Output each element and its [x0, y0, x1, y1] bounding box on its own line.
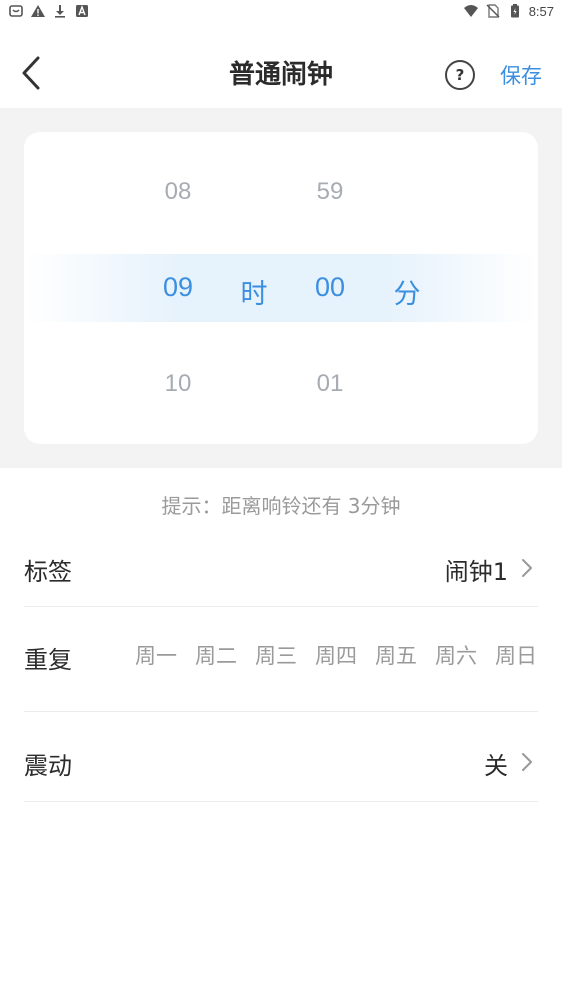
- repeat-title: 重复: [24, 646, 72, 674]
- hour-prev[interactable]: 08: [148, 178, 208, 206]
- time-picker-card: 08 09 10 时 59 00 01 分: [24, 132, 538, 444]
- download-icon: [55, 5, 65, 18]
- page-title: 普通闹钟: [228, 60, 333, 90]
- day-sat[interactable]: 周六: [426, 640, 486, 670]
- minute-unit-label: 分: [393, 279, 421, 310]
- wifi-icon: [463, 5, 478, 17]
- font-app-icon: [76, 5, 88, 17]
- chevron-right-icon: [522, 559, 532, 577]
- divider: [24, 711, 538, 712]
- day-thu[interactable]: 周四: [306, 640, 366, 670]
- status-time: 8:57: [528, 3, 554, 19]
- repeat-row: 重复 周一 周二 周三 周四 周五 周六 周日: [24, 636, 538, 680]
- vibrate-title: 震动: [24, 752, 72, 780]
- time-picker-section: 08 09 10 时 59 00 01 分: [0, 108, 562, 468]
- repeat-days: 周一 周二 周三 周四 周五 周六 周日: [126, 640, 546, 670]
- label-row[interactable]: 标签 闹钟1: [24, 548, 538, 588]
- label-value: 闹钟1: [444, 558, 508, 586]
- help-button[interactable]: ?: [445, 60, 475, 90]
- hour-unit-label: 时: [240, 279, 268, 310]
- picker-selection-band: [24, 254, 538, 322]
- chevron-right-icon: [522, 753, 532, 771]
- day-tue[interactable]: 周二: [186, 640, 246, 670]
- hour-next[interactable]: 10: [148, 370, 208, 398]
- divider: [24, 606, 538, 607]
- ring-hint: 提示：距离响铃还有 3分钟: [161, 494, 401, 518]
- save-button[interactable]: 保存: [500, 60, 542, 90]
- vibrate-value: 关: [484, 752, 508, 780]
- no-sim-icon: [486, 4, 500, 18]
- divider: [24, 801, 538, 802]
- hour-selected[interactable]: 09: [148, 272, 208, 303]
- day-mon[interactable]: 周一: [126, 640, 186, 670]
- minute-selected[interactable]: 00: [300, 272, 360, 303]
- label-title: 标签: [24, 558, 72, 586]
- status-bar: 8:57: [0, 0, 562, 24]
- day-sun[interactable]: 周日: [486, 640, 546, 670]
- battery-charging-icon: [510, 4, 519, 18]
- day-wed[interactable]: 周三: [246, 640, 306, 670]
- notification-icon: [9, 5, 23, 17]
- day-fri[interactable]: 周五: [366, 640, 426, 670]
- minute-prev[interactable]: 59: [300, 178, 360, 206]
- header: 普通闹钟 ? 保存: [0, 24, 562, 108]
- vibrate-row[interactable]: 震动 关: [24, 742, 538, 782]
- minute-next[interactable]: 01: [300, 370, 360, 398]
- warning-icon: [31, 5, 45, 17]
